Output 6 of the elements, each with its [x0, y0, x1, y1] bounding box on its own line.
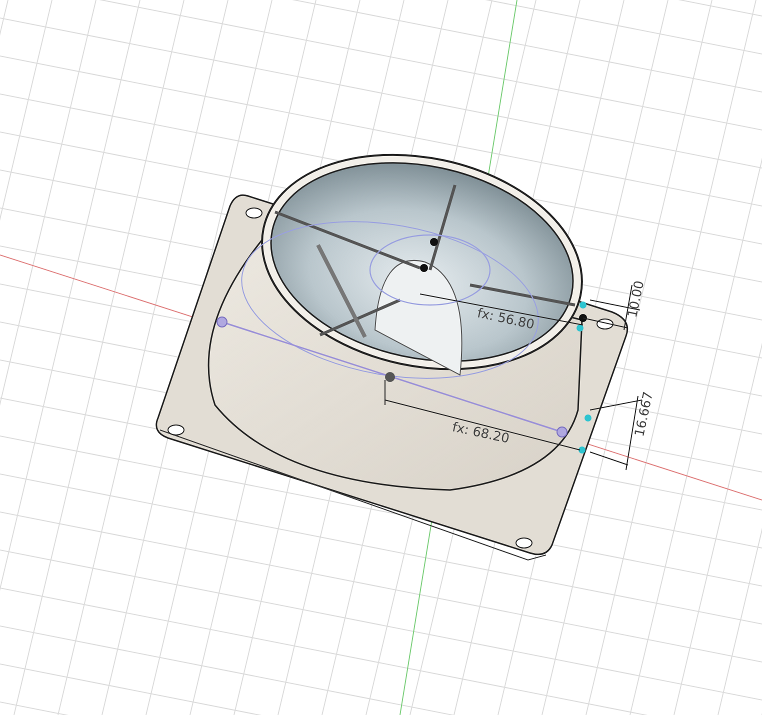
- dimension-label: fx: 68.20: [450, 420, 511, 447]
- dimension-label: 10.00: [625, 280, 648, 320]
- cad-viewport[interactable]: 10.00 fx: 56.80 16.667 fx: 68.20: [0, 0, 762, 715]
- dimension-label: 16.667: [632, 390, 657, 438]
- dimension-label: fx: 56.80: [476, 306, 536, 333]
- fan-shroud-model-drawing[interactable]: [156, 154, 628, 561]
